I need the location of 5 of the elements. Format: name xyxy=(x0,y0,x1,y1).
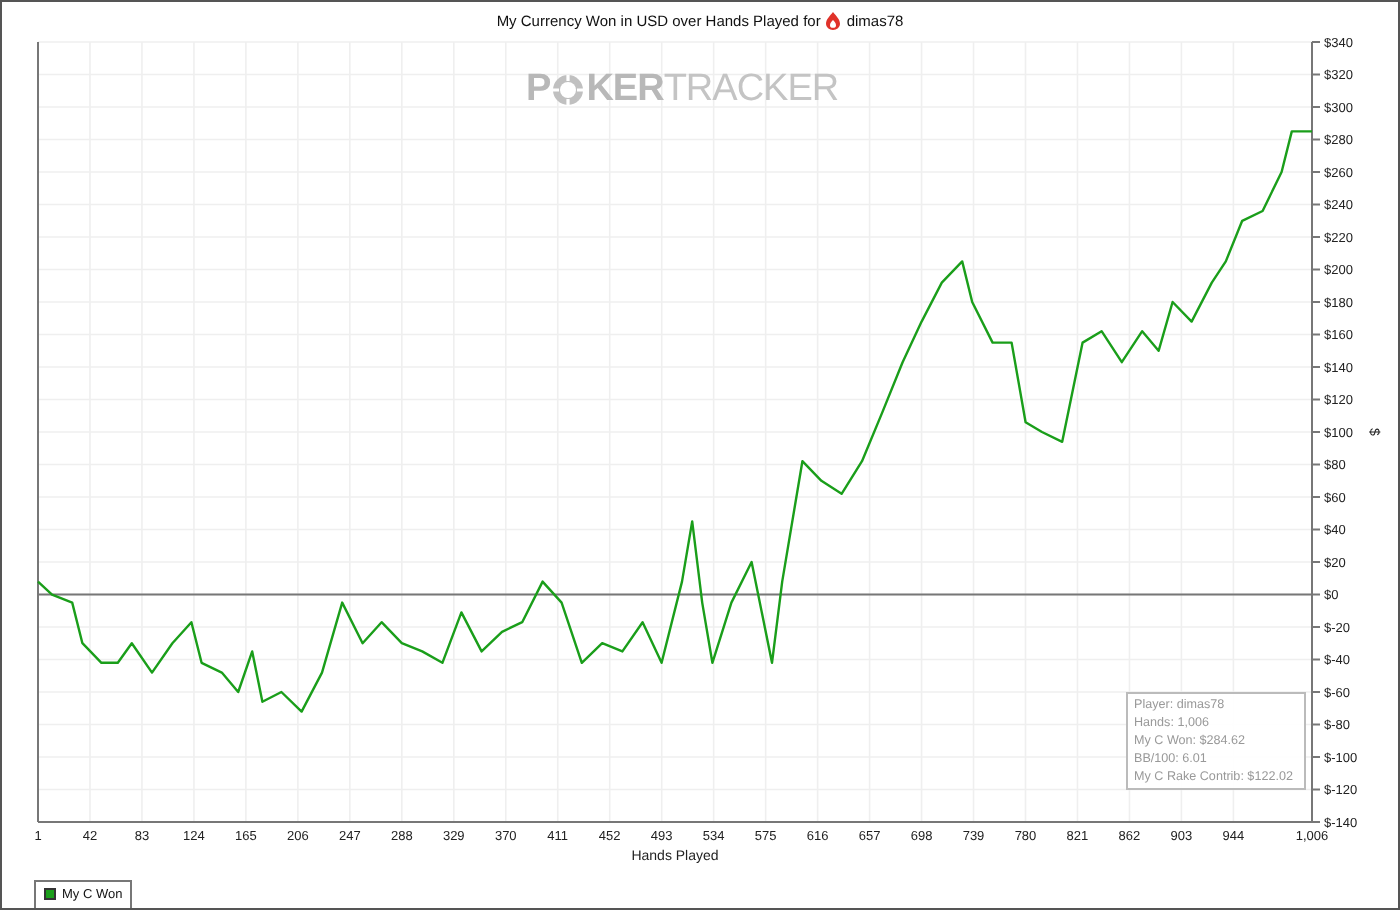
poker-chip-icon xyxy=(552,74,585,106)
logo-text: P xyxy=(526,68,551,112)
logo-text: KER xyxy=(586,68,664,112)
flame-icon xyxy=(826,11,841,29)
logo-text: TRACKER xyxy=(663,68,839,112)
